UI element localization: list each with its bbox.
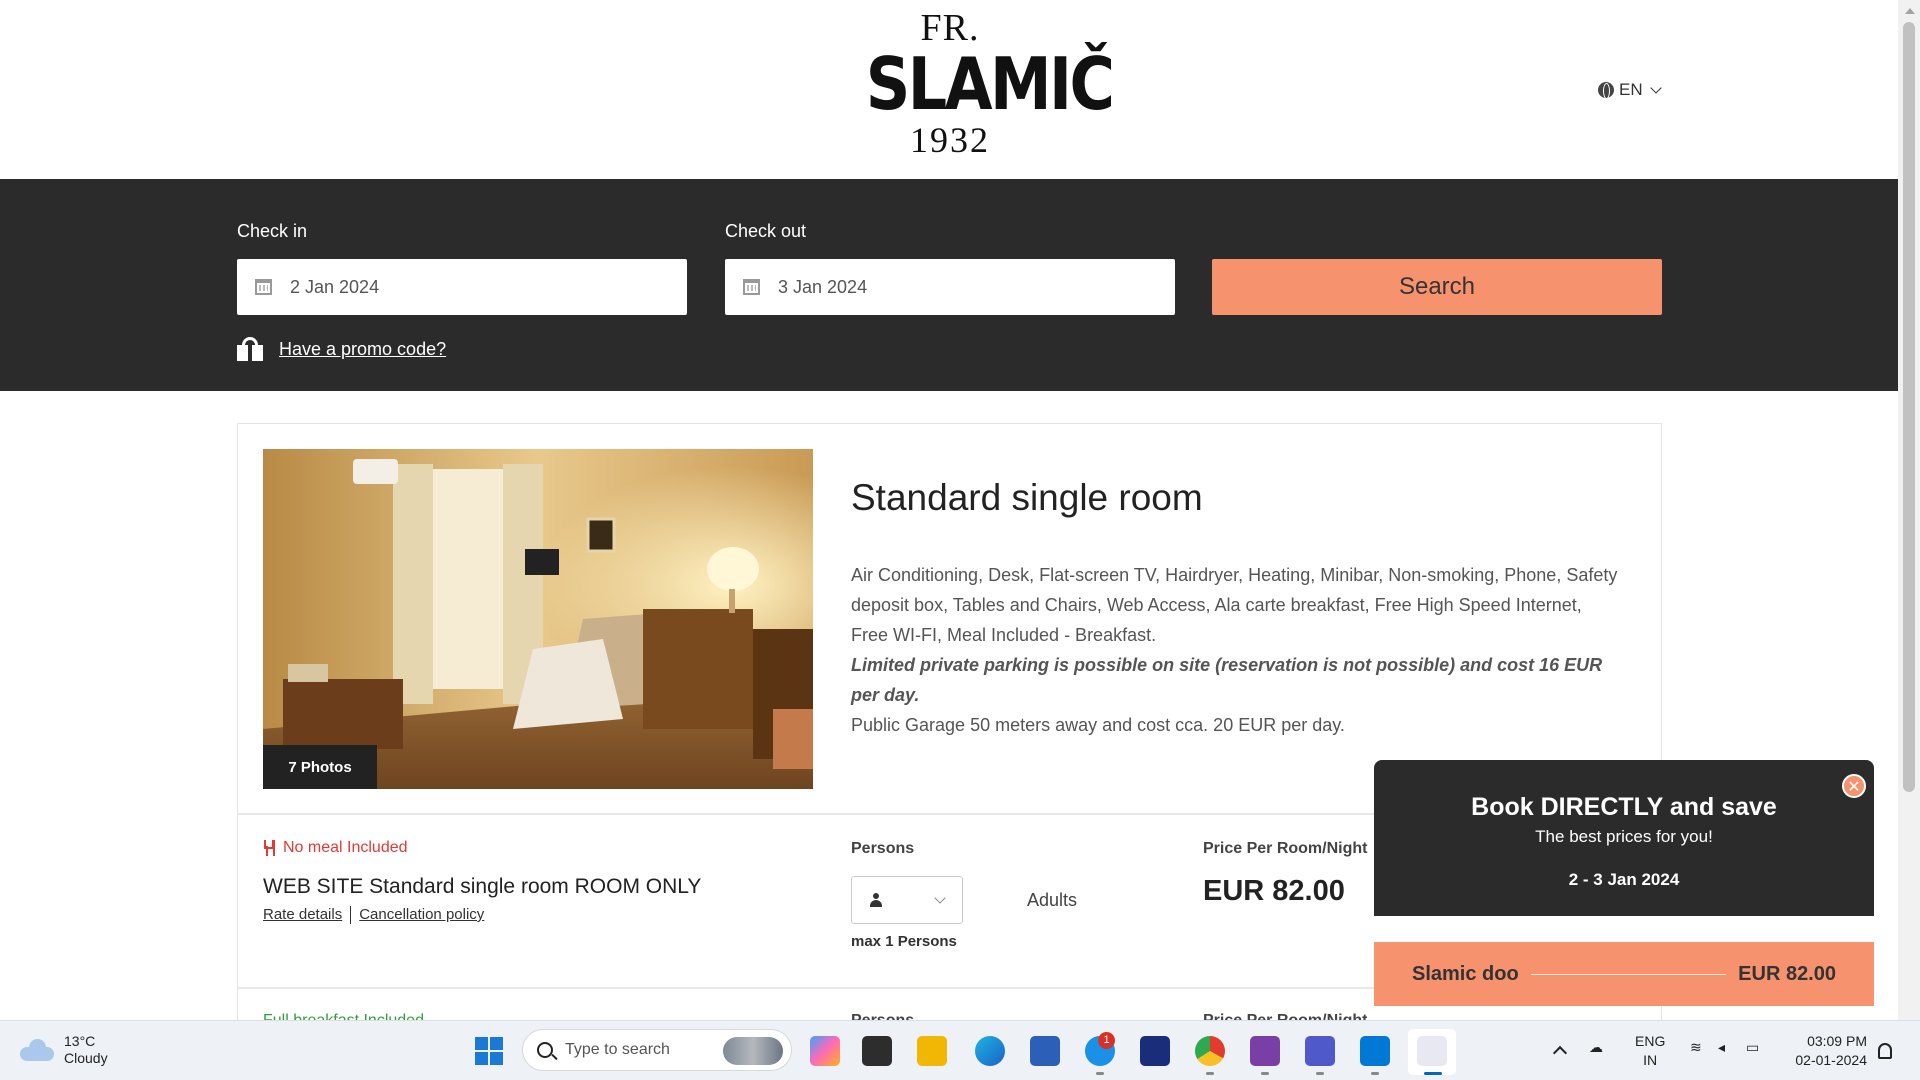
weather-widget[interactable]: 13°C Cloudy — [20, 1033, 108, 1067]
photos-count-button[interactable]: 7 Photos — [263, 745, 377, 789]
running-indicator — [1371, 1072, 1379, 1075]
search-button[interactable]: Search — [1212, 259, 1662, 315]
price-label: Price Per Room/Night — [1203, 840, 1368, 857]
show-hidden-icons-chevron-icon[interactable] — [1552, 1045, 1568, 1061]
popup-spacer — [1374, 916, 1874, 942]
scrollbar-thumb[interactable] — [1903, 22, 1915, 792]
parking-note: Limited private parking is possible on s… — [851, 655, 1603, 705]
link-separator — [350, 906, 352, 924]
offer-price: EUR 82.00 — [1738, 962, 1836, 985]
copilot-icon[interactable] — [810, 1036, 840, 1066]
popup-title: Book DIRECTLY and save — [1471, 793, 1777, 821]
input-language-line2: IN — [1643, 1052, 1658, 1068]
popup-header: Book DIRECTLY and save The best prices f… — [1374, 760, 1874, 916]
promo-code-row: Have a promo code? — [237, 337, 446, 361]
running-indicator — [1316, 1072, 1324, 1075]
persons-label: Persons — [851, 840, 915, 857]
notification-bell-icon[interactable] — [1878, 1043, 1892, 1059]
room-amenities: Air Conditioning, Desk, Flat-screen TV, … — [851, 565, 1618, 645]
popup-offer[interactable]: Slamic doo EUR 82.00 — [1374, 942, 1874, 1006]
calendar-icon — [743, 279, 760, 295]
chevron-down-icon — [1649, 82, 1662, 94]
taskbar-search-placeholder: Type to search — [565, 1041, 670, 1058]
checkout-input[interactable]: 3 Jan 2024 — [725, 259, 1175, 315]
room-photo[interactable] — [263, 449, 813, 789]
clock-date: 02-01-2024 — [1795, 1052, 1867, 1068]
calendar-icon — [255, 279, 272, 295]
cutlery-icon — [263, 840, 277, 856]
site-header: FR. SLAMIČ 1932 EN — [0, 0, 1898, 179]
chevron-down-icon — [934, 892, 946, 904]
microsoft-store-icon[interactable] — [1030, 1036, 1060, 1066]
persons-select[interactable] — [851, 876, 963, 924]
running-indicator — [1096, 1072, 1104, 1075]
scroll-up-arrow-icon[interactable] — [1905, 8, 1915, 14]
checkout-label: Check out — [725, 221, 807, 241]
weather-desc: Cloudy — [64, 1050, 108, 1066]
cloud-icon — [20, 1039, 54, 1061]
promo-code-link[interactable]: Have a promo code? — [279, 339, 446, 360]
volume-icon[interactable]: ◂ — [1718, 1039, 1725, 1056]
windows-start-icon[interactable] — [475, 1037, 503, 1065]
max-persons-note: max 1 Persons — [851, 933, 957, 950]
logo-line-name: SLAMIČ — [865, 42, 1115, 126]
person-icon — [870, 893, 882, 907]
chrome-icon[interactable] — [1195, 1036, 1225, 1066]
popup-dates: 2 - 3 Jan 2024 — [1568, 870, 1680, 889]
rate-name: WEB SITE Standard single room ROOM ONLY — [263, 875, 702, 898]
room-title: Standard single room — [851, 477, 1203, 518]
weather-temp: 13°C — [64, 1033, 96, 1049]
checkin-label: Check in — [237, 221, 308, 241]
offer-name: Slamic doo — [1412, 962, 1519, 985]
meal-label: No meal Included — [283, 839, 408, 856]
close-icon[interactable]: ✕ — [1842, 774, 1866, 798]
battery-icon[interactable]: ▭ — [1746, 1039, 1759, 1056]
offer-divider-line — [1530, 973, 1727, 975]
input-language-line1: ENG — [1635, 1033, 1666, 1049]
windows-taskbar: 13°C Cloudy Type to search 1 ☁ ENG IN ≋ … — [0, 1020, 1920, 1080]
file-explorer-icon[interactable] — [917, 1036, 947, 1066]
skype-notification-badge: 1 — [1098, 1032, 1115, 1049]
edge-browser-icon[interactable] — [975, 1036, 1005, 1066]
cancellation-policy-link[interactable]: Cancellation policy — [359, 906, 484, 924]
globe-icon — [1598, 82, 1614, 99]
input-language[interactable]: ENG IN — [1635, 1032, 1665, 1070]
taskbar-search[interactable]: Type to search — [522, 1029, 792, 1071]
wifi-icon[interactable]: ≋ — [1690, 1039, 1702, 1056]
running-indicator — [1206, 1072, 1214, 1075]
checkout-value: 3 Jan 2024 — [778, 276, 868, 297]
onedrive-icon[interactable]: ☁ — [1589, 1039, 1603, 1056]
logo-line-year: 1932 — [910, 120, 990, 160]
room-description: Air Conditioning, Desk, Flat-screen TV, … — [851, 560, 1621, 740]
system-clock[interactable]: 03:09 PM 02-01-2024 — [1785, 1032, 1867, 1070]
clock-time: 03:09 PM — [1807, 1033, 1867, 1049]
search-highlight-image — [723, 1037, 783, 1065]
purple-app-icon[interactable] — [1250, 1036, 1280, 1066]
room-price: EUR 82.00 — [1203, 875, 1345, 907]
language-selector[interactable]: EN — [1598, 80, 1662, 100]
meal-info: No meal Included — [263, 839, 408, 857]
hotel-logo[interactable]: FR. SLAMIČ 1932 — [852, 8, 1115, 160]
snipping-tool-icon[interactable] — [1417, 1036, 1447, 1066]
l-app-icon[interactable] — [1140, 1036, 1170, 1066]
adults-label: Adults — [1027, 890, 1078, 910]
rate-links: Rate details Cancellation policy — [263, 906, 484, 924]
booking-search-bar: Check in 2 Jan 2024 Check out 3 Jan 2024… — [0, 179, 1898, 391]
task-view-icon[interactable] — [862, 1036, 892, 1066]
gift-icon — [237, 337, 263, 361]
garage-note: Public Garage 50 meters away and cost cc… — [851, 715, 1345, 735]
vscode-icon[interactable] — [1360, 1036, 1390, 1066]
running-indicator — [1261, 1072, 1269, 1075]
checkin-input[interactable]: 2 Jan 2024 — [237, 259, 687, 315]
search-icon — [537, 1042, 553, 1058]
rate-details-link[interactable]: Rate details — [263, 906, 342, 924]
checkin-value: 2 Jan 2024 — [290, 276, 380, 297]
language-label: EN — [1619, 80, 1643, 99]
teams-icon[interactable] — [1305, 1036, 1335, 1066]
page-scrollbar[interactable] — [1898, 0, 1920, 1020]
book-direct-popup: Book DIRECTLY and save The best prices f… — [1374, 760, 1874, 1006]
active-indicator — [1424, 1072, 1442, 1075]
popup-subtitle: The best prices for you! — [1535, 827, 1713, 846]
